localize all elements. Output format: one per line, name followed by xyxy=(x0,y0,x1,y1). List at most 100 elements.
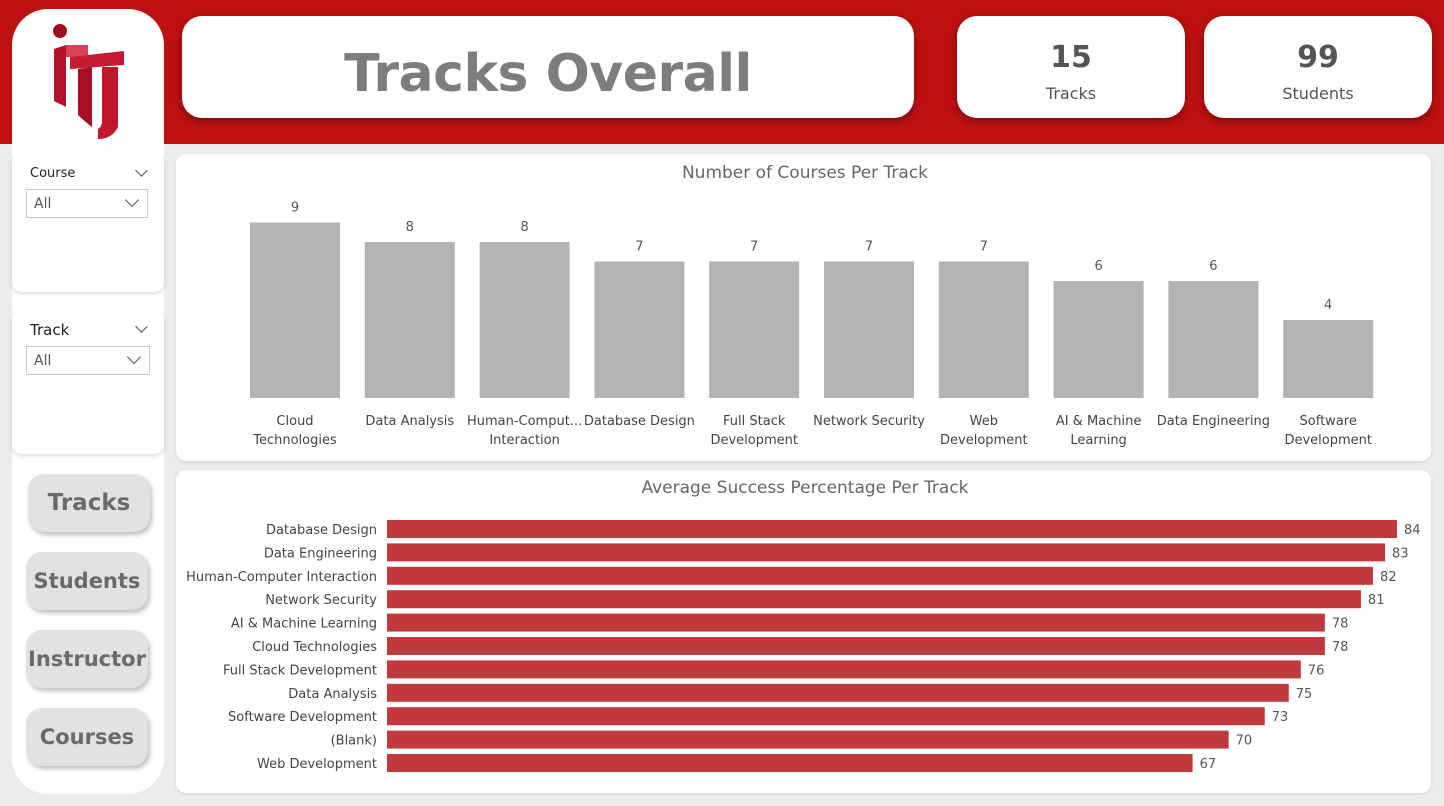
bar[interactable] xyxy=(387,730,1229,749)
iti-logo-mark xyxy=(53,24,124,139)
data-label: 7 xyxy=(980,240,988,255)
data-label: 7 xyxy=(865,240,873,255)
data-label: 76 xyxy=(1308,663,1325,678)
data-label: 8 xyxy=(406,220,414,235)
chevron-down-icon xyxy=(126,349,142,365)
track-dropdown[interactable]: All xyxy=(26,346,150,375)
bar[interactable] xyxy=(387,566,1373,585)
bar[interactable] xyxy=(387,637,1325,655)
category-label: Software Development xyxy=(228,710,377,725)
data-label: 7 xyxy=(750,240,758,255)
data-label: 4 xyxy=(1324,298,1332,313)
chart-title: Average Success Percentage Per Track xyxy=(641,478,968,498)
courses-per-track-chart: Number of Courses Per Track 9 Cloud Techno… xyxy=(176,154,1431,461)
kpi-students-value: 99 xyxy=(1297,40,1339,75)
course-dropdown[interactable]: All xyxy=(26,189,148,218)
category-label: Human-Computer Interaction xyxy=(186,570,377,585)
category-label: Data Engineering xyxy=(264,546,377,561)
category-label: Development xyxy=(710,433,798,448)
courses-nav-button[interactable]: Courses xyxy=(26,708,148,766)
category-label: Database Design xyxy=(266,523,377,538)
category-label: Network Security xyxy=(813,414,925,429)
data-label: 78 xyxy=(1332,617,1349,632)
chart-title: Number of Courses Per Track xyxy=(682,163,928,183)
category-label: Interaction xyxy=(489,433,560,448)
success-per-track-chart: Average Success Percentage Per Track Dat… xyxy=(176,470,1431,793)
bar[interactable] xyxy=(1053,281,1144,398)
data-label: 78 xyxy=(1332,640,1349,655)
kpi-students-label: Students xyxy=(1282,84,1354,103)
kpi-card-students: 99 Students xyxy=(1204,16,1432,118)
bar[interactable] xyxy=(387,543,1385,562)
category-label: Cloud xyxy=(276,414,313,429)
bar[interactable] xyxy=(1168,281,1259,398)
kpi-tracks-label: Tracks xyxy=(1045,84,1097,103)
page-title: Tracks Overall xyxy=(344,44,752,104)
category-label: Software xyxy=(1300,414,1357,429)
category-label: Web Development xyxy=(257,757,377,772)
course-slicer: Course All xyxy=(12,152,164,292)
data-label: 83 xyxy=(1392,546,1409,561)
data-label: 7 xyxy=(635,240,643,255)
instructor-nav-button[interactable]: Instructor xyxy=(26,630,148,688)
iti-logo xyxy=(12,9,164,149)
bar[interactable] xyxy=(594,261,685,399)
course-slicer-title: Course xyxy=(30,166,76,181)
bar[interactable] xyxy=(479,242,570,398)
category-label: (Blank) xyxy=(331,734,377,749)
track-dropdown-value: All xyxy=(34,353,52,369)
bar[interactable] xyxy=(387,520,1397,538)
data-label: 82 xyxy=(1380,570,1397,585)
data-label: 81 xyxy=(1368,593,1385,608)
data-label: 75 xyxy=(1296,687,1313,702)
courses-per-track-svg: Number of Courses Per Track 9 Cloud Techno… xyxy=(250,163,1374,448)
category-label: Learning xyxy=(1070,433,1126,448)
category-label: Data Analysis xyxy=(365,414,454,429)
category-label: Data Engineering xyxy=(1157,414,1270,429)
bar[interactable] xyxy=(250,222,340,399)
bar[interactable] xyxy=(387,683,1289,702)
category-label: Development xyxy=(940,433,1028,448)
bar[interactable] xyxy=(1283,320,1374,398)
category-label: Network Security xyxy=(265,593,377,608)
category-label: Human-Comput... xyxy=(467,414,582,429)
category-label: Data Analysis xyxy=(288,687,377,702)
bar[interactable] xyxy=(387,660,1301,679)
category-label: Full Stack xyxy=(723,414,786,429)
page-title-card: Tracks Overall xyxy=(182,16,914,118)
category-label: Cloud Technologies xyxy=(252,640,377,655)
course-dropdown-value: All xyxy=(34,196,52,212)
bar[interactable] xyxy=(824,261,914,399)
success-per-track-svg: Average Success Percentage Per Track Dat… xyxy=(186,478,1421,772)
chevron-down-icon xyxy=(124,192,140,208)
data-label: 6 xyxy=(1209,259,1217,274)
bar[interactable] xyxy=(709,261,800,399)
category-label: Development xyxy=(1284,433,1372,448)
data-label: 8 xyxy=(520,220,528,235)
chevron-down-icon[interactable] xyxy=(135,164,148,177)
bar[interactable] xyxy=(938,261,1029,399)
bar[interactable] xyxy=(387,754,1193,772)
category-label: Technologies xyxy=(252,433,337,448)
track-slicer-title: Track xyxy=(30,321,70,339)
chevron-down-icon[interactable] xyxy=(135,320,148,333)
category-label: AI & Machine Learning xyxy=(231,617,377,632)
data-label: 9 xyxy=(291,201,299,216)
category-label: Database Design xyxy=(584,414,695,429)
category-label: Full Stack Development xyxy=(223,663,377,678)
bar[interactable] xyxy=(387,613,1325,632)
category-label: AI & Machine xyxy=(1056,414,1142,429)
data-label: 73 xyxy=(1272,710,1289,725)
data-label: 70 xyxy=(1236,734,1253,749)
kpi-card-tracks: 15 Tracks xyxy=(957,16,1185,118)
bar[interactable] xyxy=(387,590,1361,609)
tracks-nav-button[interactable]: Tracks xyxy=(28,474,150,532)
students-nav-button[interactable]: Students xyxy=(26,552,148,610)
track-slicer: Track All xyxy=(12,310,164,454)
data-label: 84 xyxy=(1404,523,1421,538)
bar[interactable] xyxy=(364,242,455,398)
category-label: Web xyxy=(970,414,998,429)
data-label: 67 xyxy=(1200,757,1217,772)
kpi-tracks-value: 15 xyxy=(1050,40,1092,75)
bar[interactable] xyxy=(387,707,1265,726)
